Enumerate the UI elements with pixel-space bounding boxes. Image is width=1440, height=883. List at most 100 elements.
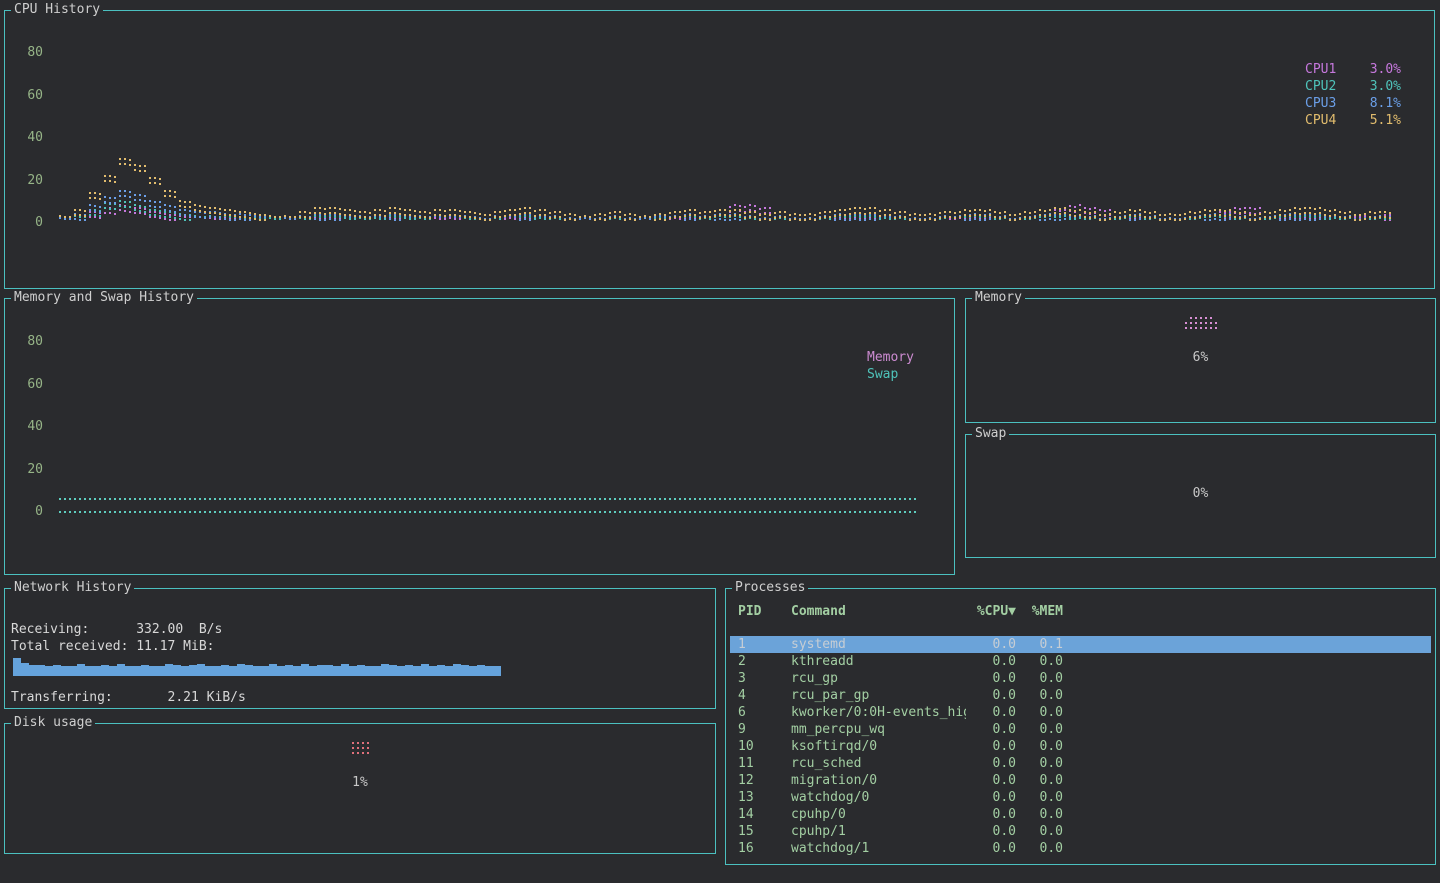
process-pid: 13 [738, 789, 791, 806]
memory-swap-legend: MemorySwap [867, 349, 947, 383]
process-cpu: 0.0 [966, 806, 1016, 823]
legend-item: CPU1 3.0% [1305, 61, 1401, 78]
process-cpu: 0.0 [966, 653, 1016, 670]
process-command: ksoftirqd/0 [791, 738, 966, 755]
swap-gauge-title: Swap [972, 426, 1009, 442]
legend-value: 3.0% [1370, 61, 1401, 78]
process-mem: 0.0 [1016, 840, 1063, 857]
process-command: rcu_sched [791, 755, 966, 772]
swap-gauge-panel: Swap 0% [965, 434, 1436, 558]
process-cpu: 0.0 [966, 721, 1016, 738]
process-pid: 10 [738, 738, 791, 755]
cpu-history-title: CPU History [11, 2, 103, 18]
y-tick-label: 20 [13, 172, 43, 189]
process-command: kworker/0:0H-events_high [791, 704, 966, 721]
column-header-mem[interactable]: %MEM [1016, 603, 1063, 620]
column-header-pid[interactable]: PID [738, 603, 791, 620]
network-total-received-text: Total received: 11.17 MiB: [11, 638, 215, 655]
process-mem: 0.1 [1016, 636, 1063, 653]
process-pid: 2 [738, 653, 791, 670]
legend-label: CPU3 [1305, 95, 1336, 112]
process-mem: 0.0 [1016, 653, 1063, 670]
legend-value: 8.1% [1370, 95, 1401, 112]
y-tick-label: 20 [13, 461, 43, 478]
process-command: cpuhp/0 [791, 806, 966, 823]
swap-gauge-percent: 0% [966, 485, 1435, 502]
memory-swap-history-panel: Memory and Swap History 806040200 Memory… [4, 298, 955, 575]
processes-title: Processes [732, 580, 808, 596]
process-table-body: 1systemd0.00.12kthreadd0.00.03rcu_gp0.00… [730, 636, 1431, 857]
process-row[interactable]: 3rcu_gp0.00.0 [730, 670, 1431, 687]
process-mem: 0.0 [1016, 789, 1063, 806]
process-table-header: PID Command %CPU▼ %MEM [730, 603, 1431, 620]
process-row[interactable]: 2kthreadd0.00.0 [730, 653, 1431, 670]
legend-label: CPU4 [1305, 112, 1336, 129]
memory-gauge-panel: Memory 6% [965, 298, 1436, 423]
legend-item: CPU45.1% [1305, 112, 1401, 129]
process-command: rcu_par_gp [791, 687, 966, 704]
legend-item: Swap [867, 366, 947, 383]
legend-label: CPU1 [1305, 61, 1336, 78]
process-row[interactable]: 9mm_percpu_wq0.00.0 [730, 721, 1431, 738]
memory-swap-history-chart [51, 331, 951, 531]
memory-gauge-dots [1183, 316, 1219, 331]
process-pid: 15 [738, 823, 791, 840]
process-mem: 0.0 [1016, 721, 1063, 738]
memory-gauge-percent: 6% [966, 349, 1435, 366]
memory-gauge-title: Memory [972, 290, 1025, 306]
process-row[interactable]: 12migration/00.00.0 [730, 772, 1431, 789]
process-command: migration/0 [791, 772, 966, 789]
disk-usage-panel: Disk usage 1% [4, 723, 716, 854]
process-pid: 1 [738, 636, 791, 653]
disk-usage-title: Disk usage [11, 715, 95, 731]
process-pid: 9 [738, 721, 791, 738]
network-receiving-text: Receiving: 332.00 B/s [11, 621, 222, 638]
system-monitor-app: CPU History 806040200 CPU13.0%CPU23.0%CP… [0, 0, 1440, 883]
process-cpu: 0.0 [966, 840, 1016, 857]
disk-gauge-dots [350, 741, 370, 756]
cpu-history-panel: CPU History 806040200 CPU13.0%CPU23.0%CP… [4, 10, 1435, 289]
process-pid: 3 [738, 670, 791, 687]
legend-item: CPU3 8.1% [1305, 95, 1401, 112]
process-command: rcu_gp [791, 670, 966, 687]
process-command: watchdog/0 [791, 789, 966, 806]
cpu-legend: CPU13.0%CPU23.0%CPU38.1%CPU45.1% [1305, 61, 1401, 129]
process-row[interactable]: 1systemd0.00.1 [730, 636, 1431, 653]
legend-label: Swap [867, 366, 898, 383]
process-row[interactable]: 6kworker/0:0H-events_high0.00.0 [730, 704, 1431, 721]
process-row[interactable]: 14cpuhp/00.00.0 [730, 806, 1431, 823]
process-cpu: 0.0 [966, 738, 1016, 755]
y-tick-label: 0 [13, 214, 43, 231]
process-pid: 11 [738, 755, 791, 772]
processes-panel: Processes PID Command %CPU▼ %MEM 1system… [725, 588, 1436, 865]
process-mem: 0.0 [1016, 806, 1063, 823]
y-tick-label: 40 [13, 129, 43, 146]
column-header-cpu[interactable]: %CPU▼ [966, 603, 1016, 620]
process-row[interactable]: 13watchdog/00.00.0 [730, 789, 1431, 806]
legend-value: 3.0% [1370, 78, 1401, 95]
process-mem: 0.0 [1016, 687, 1063, 704]
process-pid: 4 [738, 687, 791, 704]
memory-swap-history-title: Memory and Swap History [11, 290, 197, 306]
process-cpu: 0.0 [966, 755, 1016, 772]
process-mem: 0.0 [1016, 755, 1063, 772]
process-row[interactable]: 10ksoftirqd/00.00.0 [730, 738, 1431, 755]
process-command: kthreadd [791, 653, 966, 670]
process-cpu: 0.0 [966, 789, 1016, 806]
column-header-command[interactable]: Command [791, 603, 966, 620]
process-row[interactable]: 16watchdog/10.00.0 [730, 840, 1431, 857]
network-history-title: Network History [11, 580, 134, 596]
process-row[interactable]: 15cpuhp/10.00.0 [730, 823, 1431, 840]
y-tick-label: 60 [13, 376, 43, 393]
y-tick-label: 60 [13, 87, 43, 104]
process-pid: 16 [738, 840, 791, 857]
network-sparkline-chart [13, 654, 501, 676]
process-cpu: 0.0 [966, 704, 1016, 721]
process-cpu: 0.0 [966, 823, 1016, 840]
process-row[interactable]: 4rcu_par_gp0.00.0 [730, 687, 1431, 704]
process-command: cpuhp/1 [791, 823, 966, 840]
process-mem: 0.0 [1016, 670, 1063, 687]
y-tick-label: 0 [13, 503, 43, 520]
process-row[interactable]: 11rcu_sched0.00.0 [730, 755, 1431, 772]
y-tick-label: 80 [13, 44, 43, 61]
